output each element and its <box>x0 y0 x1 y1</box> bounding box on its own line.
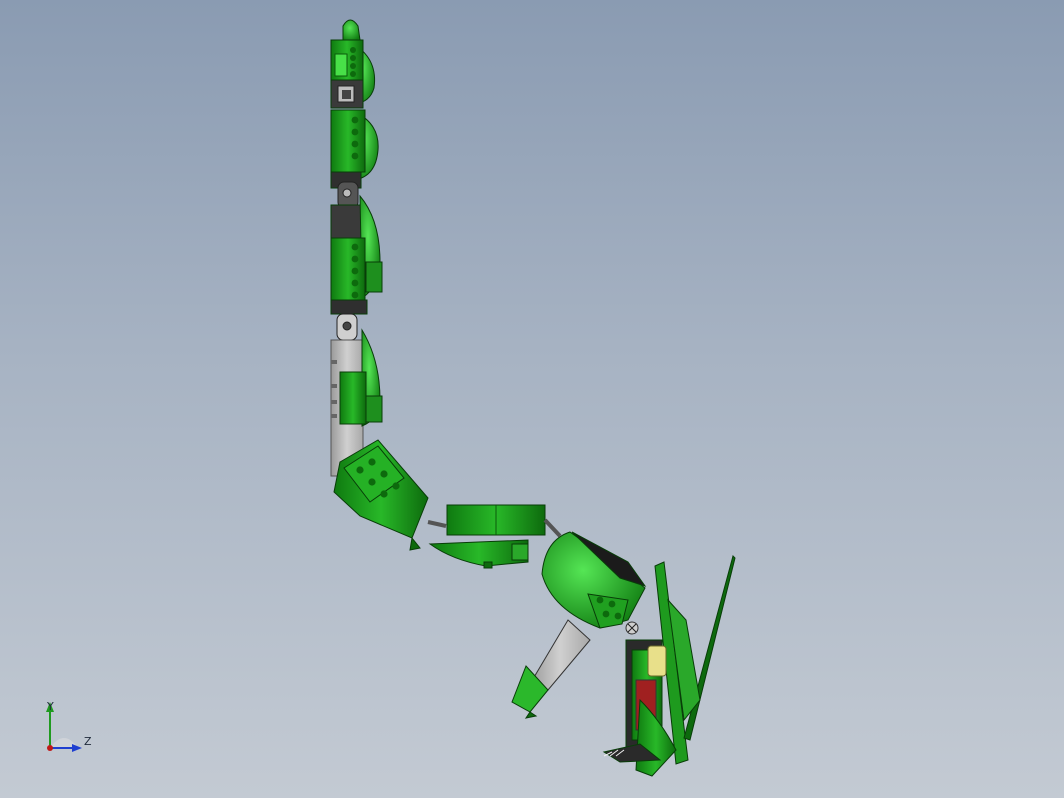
lego-arm-model[interactable] <box>0 0 1064 798</box>
graphics-viewport[interactable]: Y Z <box>0 0 1064 798</box>
coordinate-triad <box>46 702 82 752</box>
segment-3[interactable] <box>330 194 383 341</box>
segment-5[interactable] <box>333 439 447 551</box>
segment-2[interactable] <box>330 109 379 209</box>
origin-dot <box>47 745 53 751</box>
segment-6[interactable] <box>428 504 562 569</box>
segment-1[interactable] <box>330 19 376 109</box>
z-axis-label: Z <box>84 735 92 748</box>
segment-7[interactable] <box>511 531 647 719</box>
y-axis-label: Y <box>47 700 54 713</box>
